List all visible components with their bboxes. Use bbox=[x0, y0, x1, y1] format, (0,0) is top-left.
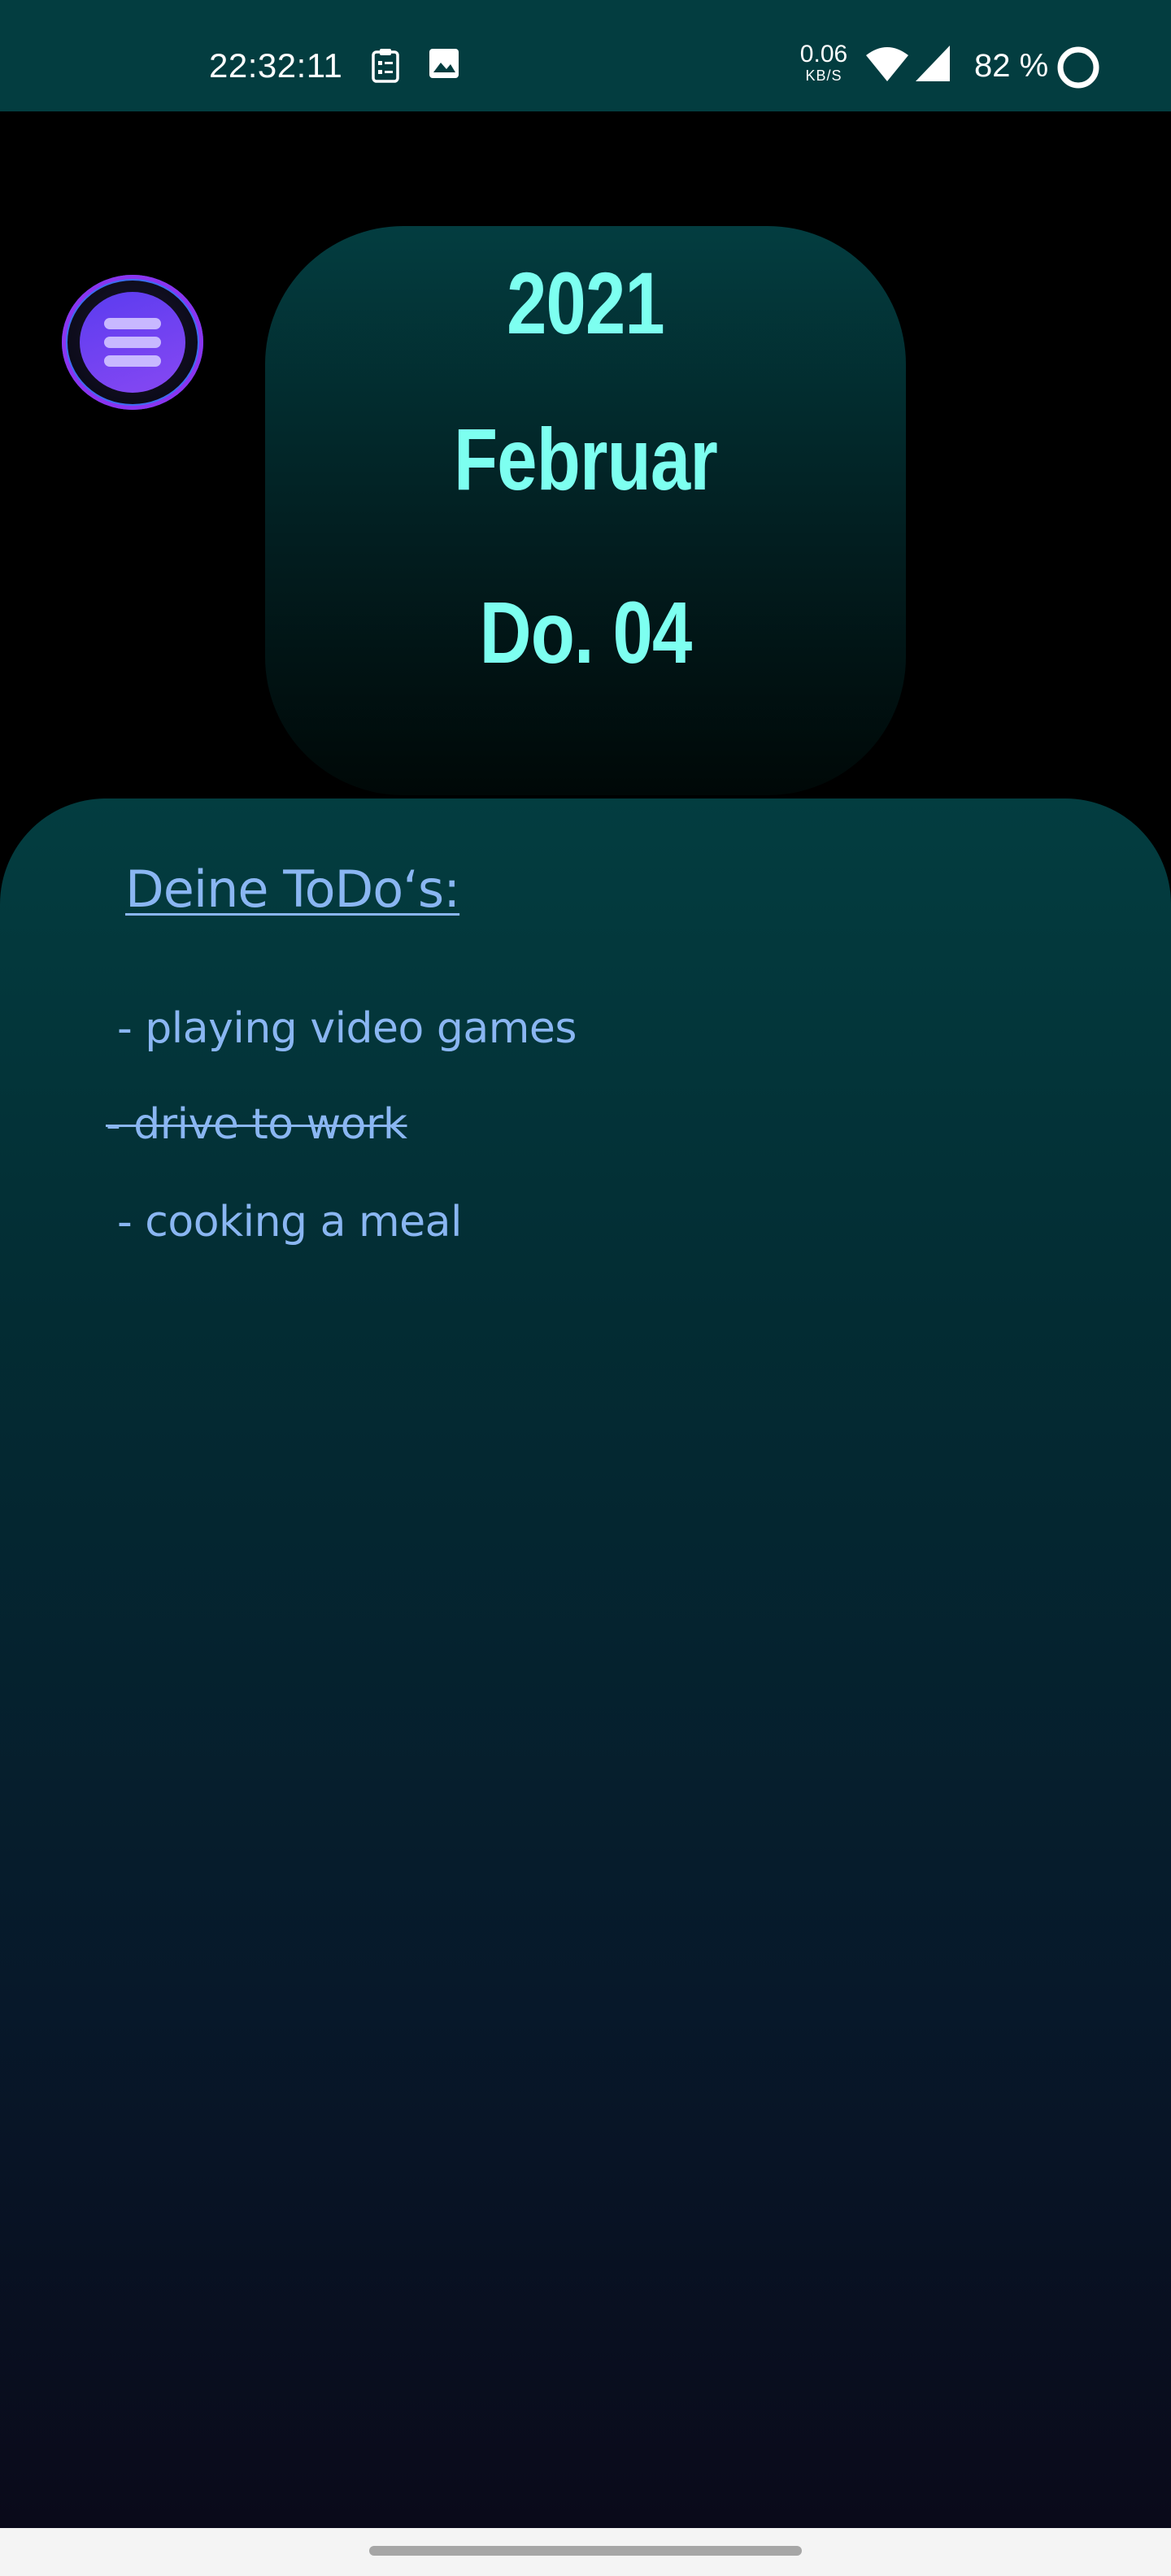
signal-icon bbox=[916, 46, 950, 81]
home-indicator[interactable] bbox=[369, 2546, 802, 2556]
todo-panel bbox=[0, 798, 1171, 2528]
wifi-icon bbox=[866, 47, 908, 81]
todo-item[interactable]: - cooking a meal bbox=[117, 1195, 462, 1249]
date-month: Februar bbox=[453, 410, 718, 508]
date-day: Do. 04 bbox=[479, 583, 693, 681]
date-year: 2021 bbox=[507, 254, 665, 352]
menu-bar-top bbox=[104, 318, 161, 329]
network-speed-unit: KB/S bbox=[805, 67, 842, 84]
status-bar: 22:32:11 0.06 KB/S 82 % bbox=[0, 0, 1171, 111]
todo-item-done[interactable]: - drive to work bbox=[106, 1098, 407, 1151]
battery-percent: 82 % bbox=[974, 48, 1049, 84]
app-screen: 22:32:11 0.06 KB/S 82 % 2021 Februar Do.… bbox=[0, 0, 1171, 2576]
clipboard-icon bbox=[372, 49, 399, 83]
todo-item[interactable]: - playing video games bbox=[117, 1002, 577, 1055]
status-time: 22:32:11 bbox=[209, 46, 343, 85]
battery-ring-icon bbox=[1057, 46, 1099, 89]
navigation-bar bbox=[0, 2528, 1171, 2576]
menu-bar-bottom bbox=[104, 355, 161, 367]
todo-heading: Deine ToDo‘s: bbox=[125, 859, 460, 919]
network-speed-value: 0.06 bbox=[799, 41, 848, 67]
image-icon bbox=[429, 49, 459, 78]
menu-button[interactable] bbox=[62, 275, 203, 410]
network-speed: 0.06 KB/S bbox=[795, 41, 852, 84]
hamburger-menu-icon bbox=[80, 292, 185, 393]
menu-bar-middle bbox=[104, 337, 161, 348]
